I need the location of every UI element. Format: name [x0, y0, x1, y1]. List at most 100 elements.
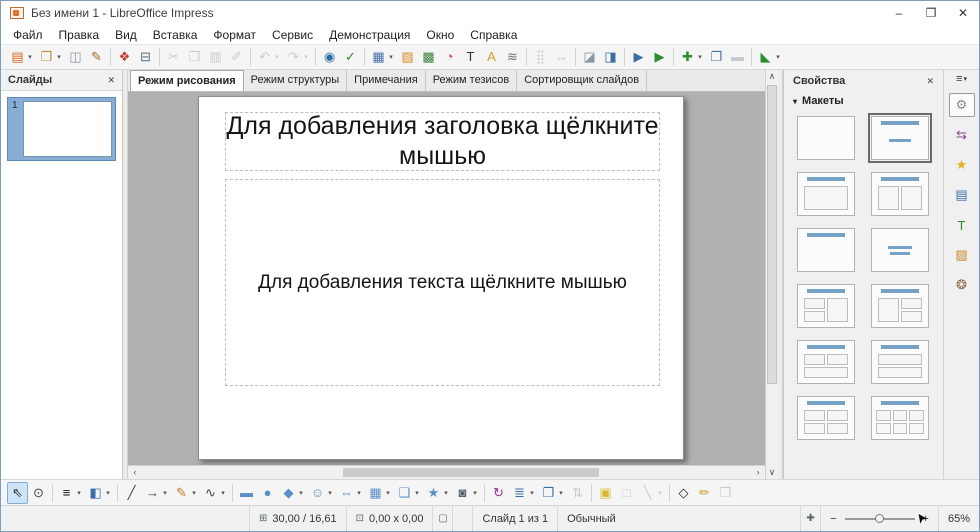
- close-button[interactable]: ✕: [947, 1, 979, 25]
- layout-two-content-over-content-thumbnail[interactable]: [797, 340, 855, 384]
- menu-format[interactable]: Формат: [205, 27, 264, 43]
- slide-canvas[interactable]: Для добавления заголовка щёлкните мышью …: [128, 92, 765, 465]
- zoom-level-value[interactable]: 65%: [948, 513, 970, 525]
- sidebar-tab-animation[interactable]: ★: [949, 153, 975, 177]
- slides-panel-close-icon[interactable]: ✕: [107, 75, 115, 86]
- layouts-section-header[interactable]: ▾ Макеты: [784, 92, 943, 110]
- chevron-down-icon[interactable]: ▾: [26, 53, 34, 61]
- vertical-scrollbar[interactable]: ∧ ∨: [765, 70, 778, 479]
- chevron-down-icon[interactable]: ▾: [471, 489, 479, 497]
- layout-title-content-big-thumbnail[interactable]: [797, 172, 855, 216]
- title-placeholder[interactable]: Для добавления заголовка щёлкните мышью: [225, 112, 660, 171]
- layout-four-content-thumbnail[interactable]: [797, 396, 855, 440]
- open-file-button[interactable]: ❒▾: [36, 46, 65, 68]
- layout-content-two-content-thumbnail[interactable]: [871, 284, 929, 328]
- start-from-first-slide-button[interactable]: ▶: [628, 46, 649, 68]
- insert-media-button[interactable]: ▩: [418, 46, 439, 68]
- vertical-scrollbar-track[interactable]: [766, 83, 778, 466]
- fill-style-button[interactable]: ◧▾: [85, 482, 114, 504]
- sidebar-tab-navigator[interactable]: ❂: [949, 273, 975, 297]
- curve-button[interactable]: ✎▾: [171, 482, 200, 504]
- slide-editing-area[interactable]: Для добавления заголовка щёлкните мышью …: [198, 96, 684, 460]
- view-tab-outline[interactable]: Режим структуры: [244, 70, 348, 91]
- sidebar-tab-styles[interactable]: T: [949, 213, 975, 237]
- insert-line-button[interactable]: ╱: [121, 482, 142, 504]
- slide-layout-status[interactable]: Обычный: [557, 506, 800, 531]
- menu-help[interactable]: Справка: [462, 27, 525, 43]
- chevron-down-icon[interactable]: ▾: [384, 489, 392, 497]
- chevron-down-icon[interactable]: ▾: [326, 489, 334, 497]
- rectangle-button[interactable]: ▬: [236, 482, 257, 504]
- view-tab-handout[interactable]: Режим тезисов: [426, 70, 518, 91]
- menu-tools[interactable]: Сервис: [264, 27, 321, 43]
- slide-list[interactable]: 1: [1, 90, 122, 479]
- horizontal-scrollbar-thumb[interactable]: [343, 468, 599, 477]
- content-placeholder[interactable]: Для добавления текста щёлкните мышью: [225, 179, 660, 386]
- chevron-down-icon[interactable]: ▾: [528, 489, 536, 497]
- scroll-left-icon[interactable]: ‹: [128, 466, 142, 479]
- chevron-down-icon[interactable]: ▾: [190, 489, 198, 497]
- sidebar-tab-slide-transition[interactable]: ⇆: [949, 123, 975, 147]
- fit-slide-button[interactable]: ✚: [800, 506, 820, 531]
- insert-textbox-button[interactable]: T: [460, 46, 481, 68]
- display-views-button[interactable]: ◨: [600, 46, 621, 68]
- menu-file[interactable]: Файл: [5, 27, 51, 43]
- sidebar-close-icon[interactable]: ✕: [926, 76, 934, 87]
- minimize-button[interactable]: –: [883, 1, 915, 25]
- view-tab-notes[interactable]: Примечания: [347, 70, 426, 91]
- layout-title-only-thumbnail[interactable]: [797, 228, 855, 272]
- align-objects-button[interactable]: ≣▾: [509, 482, 538, 504]
- menu-window[interactable]: Окно: [418, 27, 462, 43]
- layout-title-two-content-thumbnail[interactable]: [871, 172, 929, 216]
- glue-points-button[interactable]: ✏: [694, 482, 715, 504]
- print-button[interactable]: ⊟: [135, 46, 156, 68]
- scroll-right-icon[interactable]: ›: [751, 466, 765, 479]
- master-slide-button[interactable]: ◪: [579, 46, 600, 68]
- line-style-button[interactable]: ≡▾: [56, 482, 85, 504]
- save-as-button[interactable]: ✎: [86, 46, 107, 68]
- 3d-objects-button[interactable]: ◙▾: [452, 482, 481, 504]
- edit-points-button[interactable]: ◇: [673, 482, 694, 504]
- slide-layout-button[interactable]: ◣▾: [755, 46, 784, 68]
- export-pdf-button[interactable]: ❖: [114, 46, 135, 68]
- symbol-shapes-button[interactable]: ☺▾: [307, 482, 336, 504]
- zoom-out-icon[interactable]: −: [830, 513, 836, 525]
- menu-view[interactable]: Вид: [107, 27, 145, 43]
- chevron-down-icon[interactable]: ▾: [219, 489, 227, 497]
- view-tab-sorter[interactable]: Сортировщик слайдов: [517, 70, 647, 91]
- chevron-down-icon[interactable]: ▾: [355, 489, 363, 497]
- chevron-down-icon[interactable]: ▾: [696, 53, 704, 61]
- flowchart-button[interactable]: ▦▾: [365, 482, 394, 504]
- rotate-button[interactable]: ↻: [488, 482, 509, 504]
- star-shapes-button[interactable]: ★▾: [423, 482, 452, 504]
- new-slide-button[interactable]: ✚▾: [677, 46, 706, 68]
- chevron-down-icon[interactable]: ▾: [387, 53, 395, 61]
- connectors-button[interactable]: ∿▾: [200, 482, 229, 504]
- zoom-slider[interactable]: [845, 518, 915, 520]
- chevron-down-icon[interactable]: ▾: [104, 489, 112, 497]
- insert-image-button[interactable]: ▨: [397, 46, 418, 68]
- lines-arrows-button[interactable]: →▾: [142, 482, 171, 504]
- chevron-down-icon[interactable]: ▾: [75, 489, 83, 497]
- horizontal-scrollbar-track[interactable]: [142, 466, 751, 479]
- block-arrows-button[interactable]: ⇔▾: [336, 482, 365, 504]
- menu-slideshow[interactable]: Демонстрация: [321, 27, 418, 43]
- shadow-button[interactable]: ▣: [595, 482, 616, 504]
- section-collapse-icon[interactable]: ▾: [793, 97, 797, 106]
- arrange-button[interactable]: ❐▾: [538, 482, 567, 504]
- insert-fontwork-button[interactable]: А: [481, 46, 502, 68]
- insert-hyperlink-button[interactable]: ≋: [502, 46, 523, 68]
- zoom-slider-thumb[interactable]: [875, 514, 884, 523]
- select-button[interactable]: ⇖: [7, 482, 28, 504]
- chevron-down-icon[interactable]: ▾: [161, 489, 169, 497]
- layout-six-content-thumbnail[interactable]: [871, 396, 929, 440]
- sidebar-tab-gallery[interactable]: ▨: [949, 243, 975, 267]
- restore-button[interactable]: ❐: [915, 1, 947, 25]
- zoom-level-field[interactable]: 65%: [938, 506, 979, 531]
- zoom-button[interactable]: ⊙: [28, 482, 49, 504]
- new-presentation-button[interactable]: ▤▾: [7, 46, 36, 68]
- chevron-down-icon[interactable]: ▾: [413, 489, 421, 497]
- sidebar-tab-properties[interactable]: ⚙: [949, 93, 975, 117]
- menu-edit[interactable]: Правка: [51, 27, 108, 43]
- layout-title-content-thumbnail[interactable]: [871, 116, 929, 160]
